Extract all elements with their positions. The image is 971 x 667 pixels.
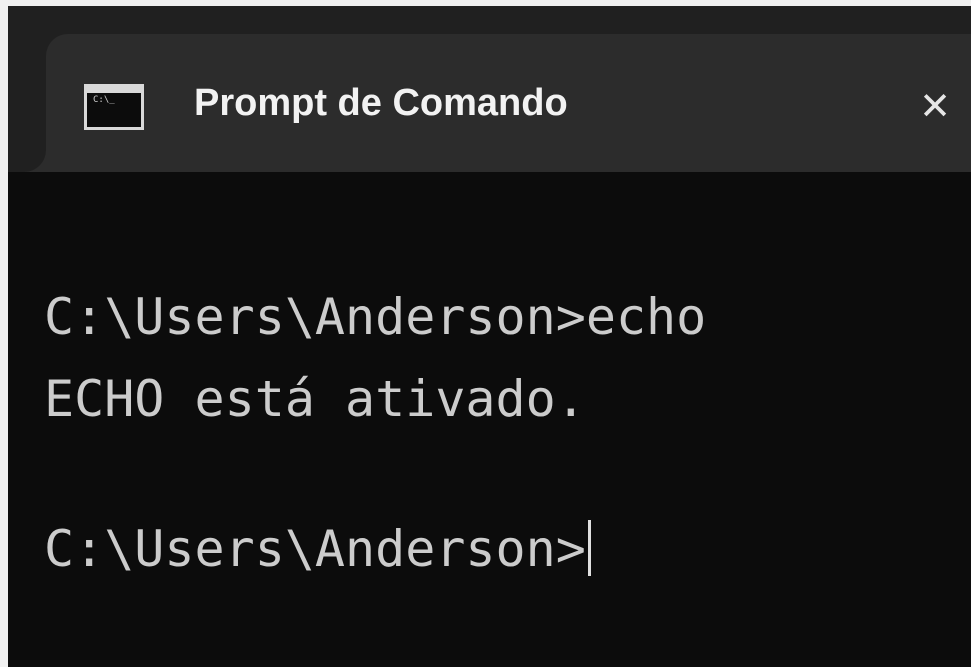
terminal-icon-glyph: C:\_	[93, 95, 115, 105]
terminal-icon: C:\_	[84, 84, 144, 130]
command-prompt-window: C:\_ Prompt de Comando ✕ C:\Users\Anders…	[0, 0, 971, 667]
close-icon: ✕	[919, 84, 951, 128]
terminal-line: C:\Users\Anderson>echo	[44, 288, 707, 346]
window-left-border	[0, 0, 8, 667]
terminal-prompt-line[interactable]: C:\Users\Anderson>	[44, 520, 591, 576]
terminal-line: ECHO está ativado.	[44, 370, 586, 428]
terminal-prompt: C:\Users\Anderson>	[44, 520, 586, 578]
close-tab-button[interactable]: ✕	[905, 78, 965, 134]
tab-title: Prompt de Comando	[194, 82, 568, 124]
text-cursor	[587, 520, 591, 576]
